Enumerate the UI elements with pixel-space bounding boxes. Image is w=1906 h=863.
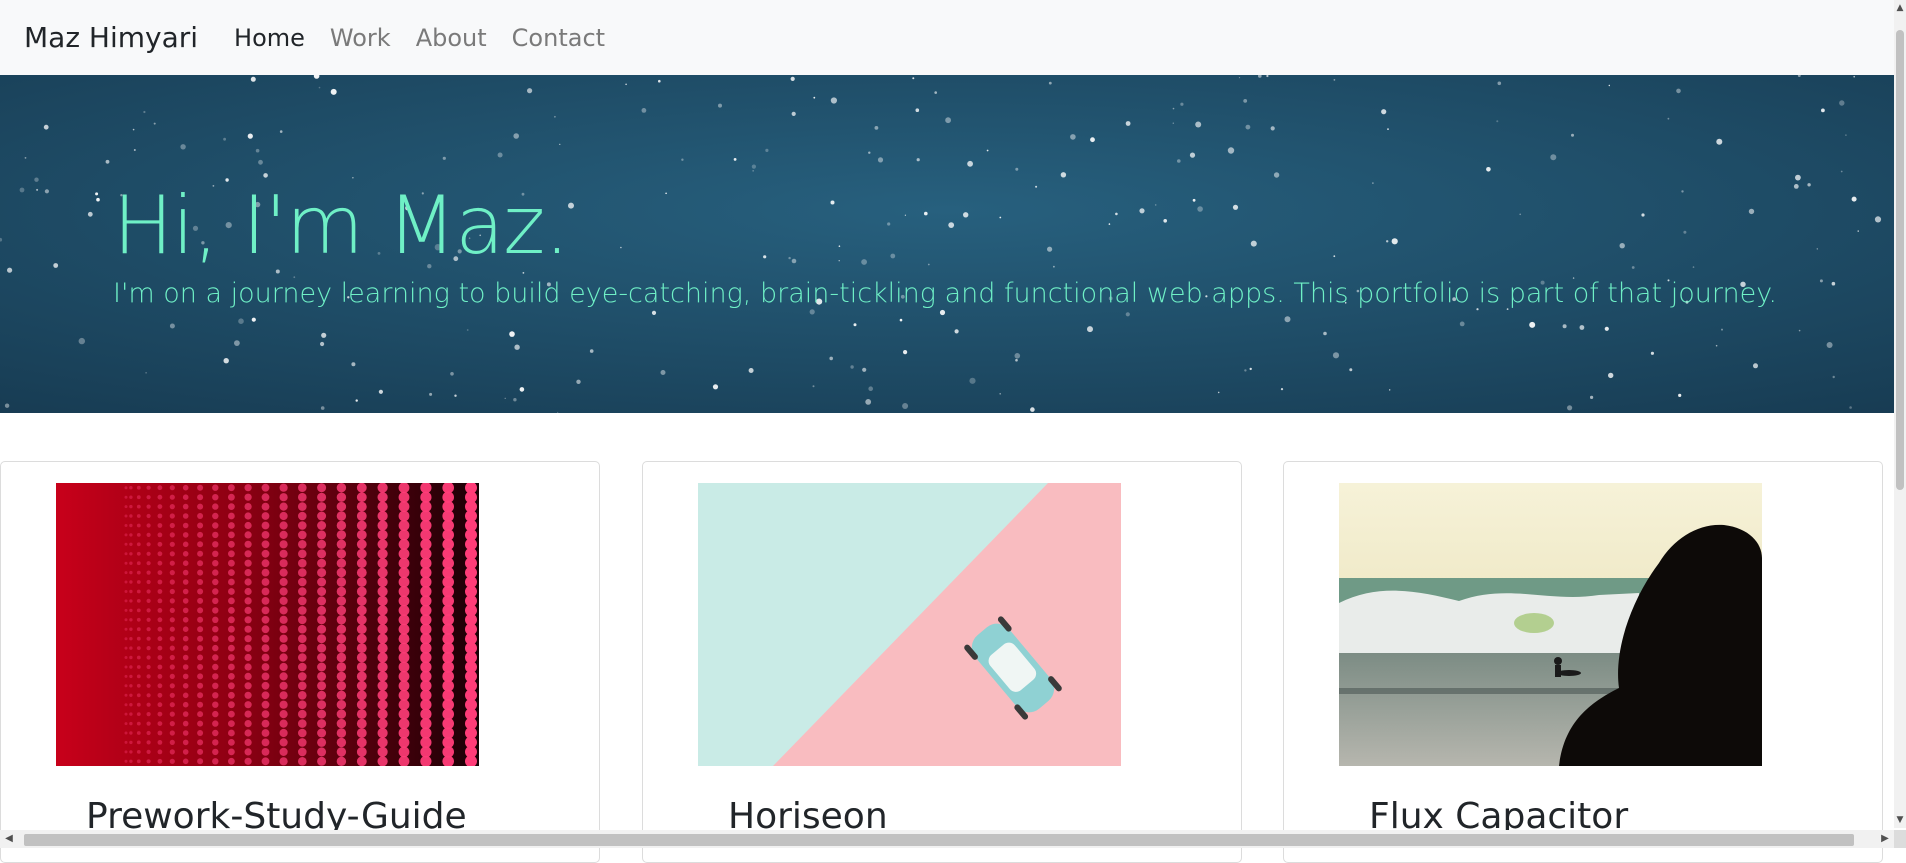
surfer-sunset-image[interactable]	[1339, 483, 1762, 766]
toy-car-pastel-image[interactable]	[698, 483, 1121, 766]
nav-link-about[interactable]: About	[416, 24, 487, 52]
scroll-right-arrow-icon[interactable]: ▶	[1876, 830, 1894, 848]
navbar: Maz Himyari Home Work About Contact	[0, 0, 1894, 75]
scroll-up-arrow-icon[interactable]: ▲	[1894, 2, 1906, 14]
nav-link-work[interactable]: Work	[330, 24, 391, 52]
hero-banner: Hi, I'm Maz. I'm on a journey learning t…	[0, 75, 1894, 413]
scroll-down-arrow-icon[interactable]: ▼	[1894, 814, 1906, 826]
hero-title: Hi, I'm Maz.	[113, 179, 570, 272]
hero-subtitle: I'm on a journey learning to build eye-c…	[113, 278, 1777, 309]
nav-link-home[interactable]: Home	[234, 24, 305, 52]
vertical-scroll-thumb[interactable]	[1896, 30, 1904, 490]
project-card-flux-capacitor[interactable]: Flux Capacitor	[1283, 461, 1883, 863]
red-led-wall-image[interactable]	[56, 483, 479, 766]
horizontal-scroll-thumb[interactable]	[24, 834, 1854, 846]
horizontal-scrollbar[interactable]: ◀ ▶	[0, 830, 1894, 848]
scrollbar-corner	[1894, 830, 1906, 848]
project-card-horiseon[interactable]: Horiseon	[642, 461, 1242, 863]
nav-link-contact[interactable]: Contact	[512, 24, 605, 52]
brand-link[interactable]: Maz Himyari	[24, 21, 198, 54]
scroll-left-arrow-icon[interactable]: ◀	[0, 830, 18, 848]
vertical-scrollbar[interactable]: ▲ ▼	[1894, 0, 1906, 828]
project-card-prework[interactable]: Prework-Study-Guide	[0, 461, 600, 863]
